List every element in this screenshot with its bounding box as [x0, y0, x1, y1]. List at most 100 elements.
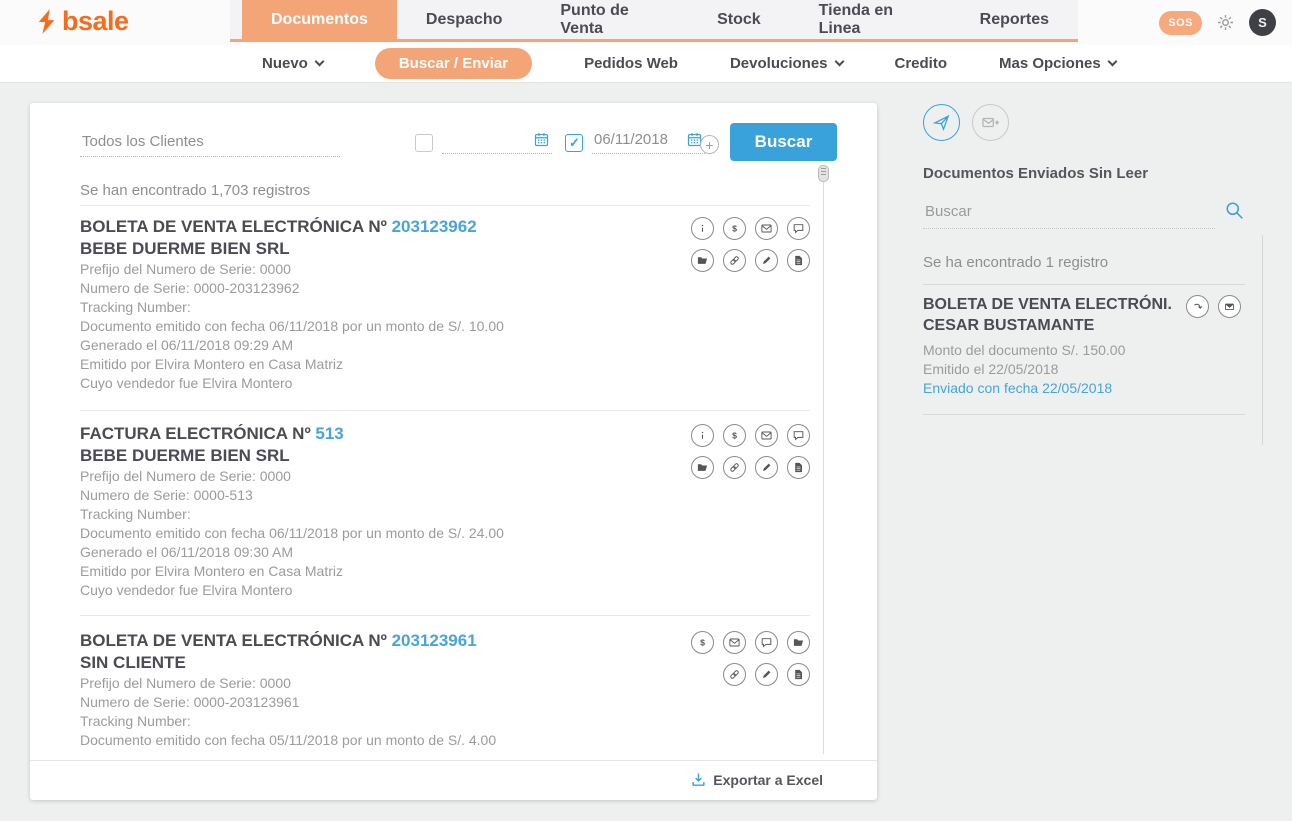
bsale-logo-icon	[36, 8, 58, 36]
folder-icon[interactable]	[787, 631, 810, 654]
document-icon[interactable]	[787, 249, 810, 272]
link-icon[interactable]	[723, 249, 746, 272]
document-number-link[interactable]: 203123961	[392, 631, 477, 650]
link-icon[interactable]	[723, 663, 746, 686]
document-icon[interactable]	[787, 663, 810, 686]
document-actions	[691, 217, 810, 272]
sent-documents-panel: Documentos Enviados Sin Leer Buscar Se h…	[923, 104, 1270, 415]
mail-icon[interactable]	[755, 217, 778, 240]
mail-open-icon[interactable]	[1218, 295, 1241, 318]
avatar[interactable]: S	[1249, 9, 1276, 36]
mail-forward-icon[interactable]	[972, 104, 1009, 141]
mail-icon[interactable]	[723, 631, 746, 654]
document-number-link[interactable]: 513	[315, 424, 343, 443]
date-to-input[interactable]: 06/11/2018	[592, 129, 705, 154]
panel-title: Documentos Enviados Sin Leer	[923, 165, 1270, 182]
export-excel-button[interactable]: Exportar a Excel	[690, 771, 823, 788]
divider	[923, 414, 1245, 415]
document-row: FACTURA ELECTRÓNICA Nº 513 BEBE DUERME B…	[80, 422, 810, 600]
folder-icon[interactable]	[691, 456, 714, 479]
subnav-label: Nuevo	[262, 55, 308, 72]
calendar-icon[interactable]	[533, 131, 550, 148]
search-form: Todos los Clientes 06/11/2018 + Buscar	[80, 123, 837, 163]
bsale-logo[interactable]: bsale	[36, 6, 129, 37]
panel-results-count: Se ha encontrado 1 registro	[923, 254, 1270, 271]
link-icon[interactable]	[723, 456, 746, 479]
subnav-item-devoluciones[interactable]: Devoluciones	[730, 55, 843, 72]
comment-icon[interactable]	[755, 631, 778, 654]
subnav-item-nuevo[interactable]: Nuevo	[262, 55, 323, 72]
document-detail: Documento emitido con fecha 06/11/2018 p…	[80, 317, 810, 336]
send-plane-icon[interactable]	[923, 104, 960, 141]
tab-punto-de-venta[interactable]: Punto de Venta	[531, 0, 688, 39]
subnav-item-credito[interactable]: Credito	[895, 55, 948, 72]
document-row: BOLETA DE VENTA ELECTRÓNICA Nº 203123962…	[80, 215, 810, 393]
document-detail: Documento emitido con fecha 05/11/2018 p…	[80, 731, 810, 750]
date-from-checkbox[interactable]	[415, 134, 433, 152]
subnav-label: Pedidos Web	[584, 55, 678, 72]
divider	[923, 284, 1245, 285]
scrollbar-track[interactable]	[823, 166, 824, 754]
document-detail: Tracking Number:	[80, 712, 810, 731]
document-type: BOLETA DE VENTA ELECTRÓNICA Nº	[80, 217, 392, 236]
divider	[80, 205, 810, 206]
sent-document-link[interactable]: Enviado con fecha 22/05/2018	[923, 379, 1245, 398]
search-button[interactable]: Buscar	[730, 123, 837, 161]
sos-badge[interactable]: SOS	[1159, 11, 1202, 35]
export-bar: Exportar a Excel	[30, 760, 877, 800]
sent-document-item: BOLETA DE VENTA ELECTRÓNI... CESAR BUSTA…	[923, 294, 1245, 398]
panel-scrollbar-track[interactable]	[1262, 235, 1263, 445]
payment-icon[interactable]	[691, 631, 714, 654]
subnav-label: Mas Opciones	[999, 55, 1101, 72]
subnav-item-buscar-enviar[interactable]: Buscar / Enviar	[375, 48, 532, 79]
payment-icon[interactable]	[723, 217, 746, 240]
sent-document-issued: Emitido el 22/05/2018	[923, 360, 1245, 379]
main-tabs: Documentos Despacho Punto de Venta Stock…	[230, 0, 1078, 42]
forward-arrow-icon[interactable]	[1186, 295, 1209, 318]
client-filter-input[interactable]: Todos los Clientes	[80, 129, 340, 157]
document-detail: Documento emitido con fecha 06/11/2018 p…	[80, 524, 810, 543]
date-from-input[interactable]	[442, 129, 552, 154]
chevron-down-icon	[1107, 57, 1117, 67]
panel-search-input[interactable]: Buscar	[923, 200, 1215, 229]
document-number-link[interactable]: 203123962	[392, 217, 477, 236]
subnav-item-mas-opciones[interactable]: Mas Opciones	[999, 55, 1116, 72]
comment-icon[interactable]	[787, 217, 810, 240]
subnav-label: Buscar / Enviar	[399, 55, 508, 72]
document-icon[interactable]	[787, 456, 810, 479]
document-type: BOLETA DE VENTA ELECTRÓNICA Nº	[80, 631, 392, 650]
tab-despacho[interactable]: Despacho	[397, 0, 531, 39]
scrollbar-thumb[interactable]	[818, 165, 829, 182]
pencil-icon[interactable]	[755, 456, 778, 479]
subnav-item-pedidos-web[interactable]: Pedidos Web	[584, 55, 678, 72]
tab-stock[interactable]: Stock	[688, 0, 790, 39]
tab-tienda-en-linea[interactable]: Tienda en Linea	[790, 0, 951, 39]
results-count: Se han encontrado 1,703 registros	[80, 182, 310, 199]
tab-documentos[interactable]: Documentos	[242, 0, 397, 39]
search-icon[interactable]	[1224, 200, 1245, 221]
gear-icon[interactable]	[1215, 12, 1236, 33]
document-detail: Numero de Serie: 0000-203123962	[80, 279, 810, 298]
folder-icon[interactable]	[691, 249, 714, 272]
pencil-icon[interactable]	[755, 663, 778, 686]
download-icon	[690, 771, 707, 788]
sent-document-amount: Monto del documento S/. 150.00	[923, 341, 1245, 360]
documents-sub-navigation: Nuevo Buscar / Enviar Pedidos Web Devolu…	[0, 45, 1292, 83]
document-type: FACTURA ELECTRÓNICA Nº	[80, 424, 315, 443]
info-icon[interactable]	[691, 424, 714, 447]
info-icon[interactable]	[691, 217, 714, 240]
date-to-checkbox[interactable]	[565, 134, 583, 152]
subnav-label: Credito	[895, 55, 948, 72]
payment-icon[interactable]	[723, 424, 746, 447]
document-detail: Tracking Number:	[80, 505, 810, 524]
tab-reportes[interactable]: Reportes	[951, 0, 1078, 39]
document-row: BOLETA DE VENTA ELECTRÓNICA Nº 203123961…	[80, 629, 810, 750]
mail-icon[interactable]	[755, 424, 778, 447]
pencil-icon[interactable]	[755, 249, 778, 272]
document-detail: Numero de Serie: 0000-513	[80, 486, 810, 505]
document-detail: Emitido por Elvira Montero en Casa Matri…	[80, 562, 810, 581]
plus-circle-icon[interactable]: +	[700, 135, 719, 154]
document-detail: Emitido por Elvira Montero en Casa Matri…	[80, 355, 810, 374]
document-detail: Generado el 06/11/2018 09:29 AM	[80, 336, 810, 355]
comment-icon[interactable]	[787, 424, 810, 447]
